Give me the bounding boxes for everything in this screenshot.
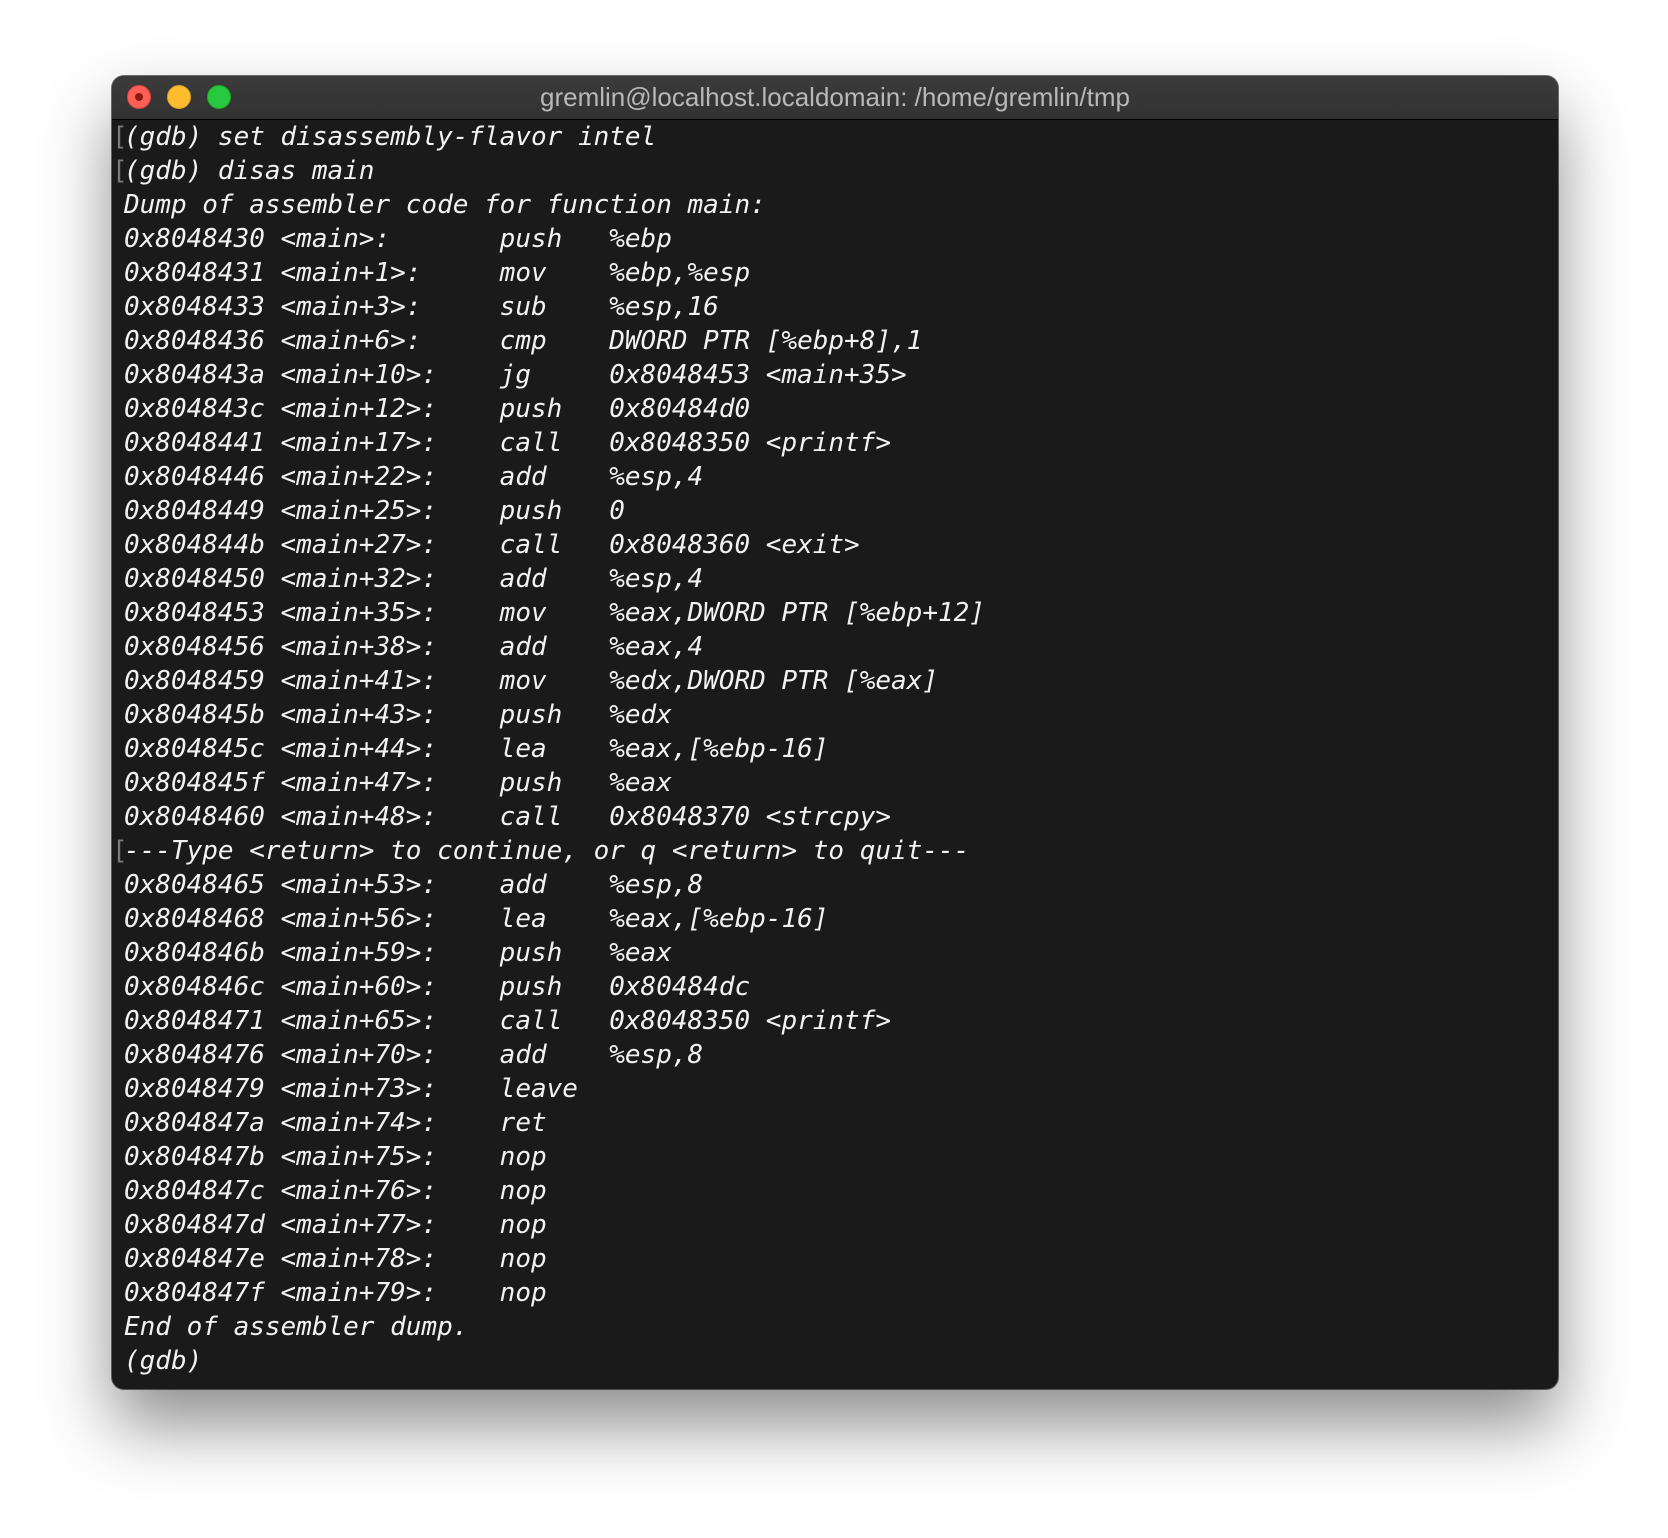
asm-line: 0x804847e <main+78>: nop xyxy=(124,1244,547,1274)
mark-bracket-icon: ] xyxy=(1556,154,1558,188)
asm-line: 0x804845f <main+47>: push %eax xyxy=(124,768,672,798)
asm-line: 0x8048476 <main+70>: add %esp,8 xyxy=(124,1040,704,1070)
asm-line: 0x8048456 <main+38>: add %eax,4 xyxy=(124,632,704,662)
mark-bracket-icon: [ xyxy=(112,156,128,186)
output-line: Dump of assembler code for function main… xyxy=(124,190,766,220)
asm-line: 0x8048468 <main+56>: lea %eax,[%ebp-16] xyxy=(124,904,829,934)
asm-line: 0x8048436 <main+6>: cmp DWORD PTR [%ebp+… xyxy=(124,326,923,356)
asm-line: 0x8048471 <main+65>: call 0x8048350 <pri… xyxy=(124,1006,892,1036)
asm-line: 0x8048460 <main+48>: call 0x8048370 <str… xyxy=(124,802,892,832)
asm-line: 0x8048446 <main+22>: add %esp,4 xyxy=(124,462,704,492)
asm-line: 0x804847f <main+79>: nop xyxy=(124,1278,547,1308)
asm-line: 0x8048479 <main+73>: leave xyxy=(124,1074,578,1104)
asm-line: 0x804843a <main+10>: jg 0x8048453 <main+… xyxy=(124,360,907,390)
asm-line: 0x804847c <main+76>: nop xyxy=(124,1176,547,1206)
prompt-line: [(gdb) set disassembly-flavor intel] xyxy=(112,120,1558,154)
pager-prompt-line: [---Type <return> to continue, or q <ret… xyxy=(112,834,1558,868)
asm-line: 0x8048433 <main+3>: sub %esp,16 xyxy=(124,292,719,322)
asm-line: 0x8048453 <main+35>: mov %eax,DWORD PTR … xyxy=(124,598,985,628)
asm-line: 0x804847a <main+74>: ret xyxy=(124,1108,547,1138)
asm-line: 0x804847d <main+77>: nop xyxy=(124,1210,547,1240)
output-line: End of assembler dump. xyxy=(124,1312,469,1342)
terminal-window: gremlin@localhost.localdomain: /home/gre… xyxy=(112,76,1558,1389)
asm-line: 0x804843c <main+12>: push 0x80484d0 xyxy=(124,394,751,424)
asm-line: 0x804846c <main+60>: push 0x80484dc xyxy=(124,972,751,1002)
title-bar[interactable]: gremlin@localhost.localdomain: /home/gre… xyxy=(112,76,1558,120)
asm-line: 0x804847b <main+75>: nop xyxy=(124,1142,547,1172)
asm-line: 0x804845b <main+43>: push %edx xyxy=(124,700,672,730)
mark-bracket-icon: ] xyxy=(1556,120,1558,154)
asm-line: 0x8048441 <main+17>: call 0x8048350 <pri… xyxy=(124,428,892,458)
asm-line: 0x8048465 <main+53>: add %esp,8 xyxy=(124,870,704,900)
mark-bracket-icon: [ xyxy=(112,122,128,152)
prompt-line: [(gdb) disas main] xyxy=(112,154,1558,188)
asm-line: 0x8048449 <main+25>: push 0 xyxy=(124,496,625,526)
asm-line: 0x804846b <main+59>: push %eax xyxy=(124,938,672,968)
terminal-output[interactable]: [(gdb) set disassembly-flavor intel] [(g… xyxy=(112,120,1558,1389)
prompt-line[interactable]: (gdb) xyxy=(124,1344,1558,1378)
mark-bracket-icon: ] xyxy=(1556,834,1558,868)
asm-line: 0x8048450 <main+32>: add %esp,4 xyxy=(124,564,704,594)
asm-line: 0x804845c <main+44>: lea %eax,[%ebp-16] xyxy=(124,734,829,764)
asm-line: 0x8048430 <main>: push %ebp xyxy=(124,224,672,254)
asm-line: 0x8048459 <main+41>: mov %edx,DWORD PTR … xyxy=(124,666,938,696)
window-title: gremlin@localhost.localdomain: /home/gre… xyxy=(540,82,1130,112)
mark-bracket-icon: [ xyxy=(112,836,128,866)
asm-line: 0x8048431 <main+1>: mov %ebp,%esp xyxy=(124,258,751,288)
asm-line: 0x804844b <main+27>: call 0x8048360 <exi… xyxy=(124,530,860,560)
